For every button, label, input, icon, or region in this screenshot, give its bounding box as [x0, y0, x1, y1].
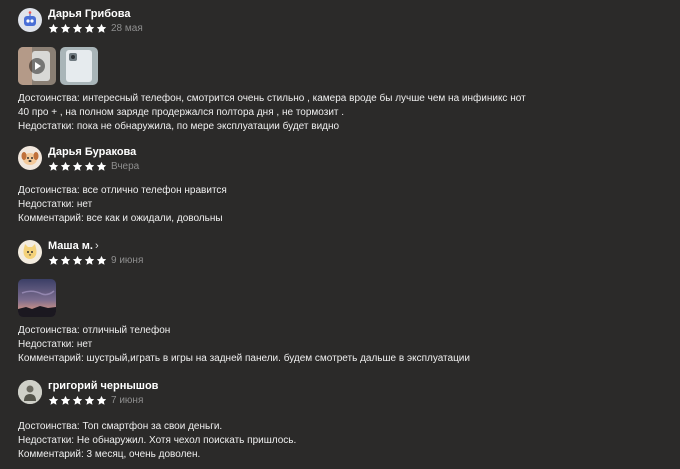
rating-stars [48, 395, 107, 406]
review-date: 9 июня [111, 254, 144, 266]
review-text-line: Недостатки: нет [18, 339, 93, 350]
star-icon [48, 161, 59, 171]
review-text-line: Недостатки: Не обнаружил. Хотя чехол пои… [18, 435, 297, 446]
star-icon [84, 255, 95, 265]
author-name[interactable]: Маша м. › [48, 240, 99, 252]
review-text-line: Комментарий: все как и ожидали, довольны [18, 213, 223, 224]
review-text-line: Комментарий: шустрый,играть в игры на за… [18, 353, 470, 364]
review-card: Маша м. › 9 июня Достоинства: отличный т… [18, 240, 670, 364]
star-icon [60, 23, 71, 33]
avatar[interactable] [18, 8, 42, 32]
avatar[interactable] [18, 146, 42, 170]
star-icon [72, 161, 83, 171]
dog-icon [21, 152, 39, 165]
star-icon [72, 395, 83, 405]
rating-stars [48, 161, 107, 172]
author-name[interactable]: григорий чернышов [48, 380, 158, 392]
avatar[interactable] [18, 240, 42, 264]
star-icon [48, 255, 59, 265]
star-icon [96, 23, 107, 33]
review-card: Дарья Грибова 28 мая Достоинства: интере… [18, 8, 670, 132]
person-photo-icon [18, 380, 42, 404]
review-text-line: Достоинства: все отлично телефон нравитс… [18, 185, 227, 196]
review-text-line: 40 про + , на полном заряде продержался … [18, 107, 345, 118]
cat-icon [23, 244, 37, 259]
star-icon [96, 395, 107, 405]
review-card: григорий чернышов 7 июня Достоинства: То… [18, 380, 670, 460]
review-date: Вчера [111, 160, 140, 172]
review-text-line: Достоинства: Топ смартфон за свои деньги… [18, 421, 223, 432]
review-photo-thumbnail[interactable] [18, 279, 56, 317]
review-card: Дарья Буракова Вчера Достоинства: все от… [18, 146, 670, 224]
star-icon [84, 23, 95, 33]
rating-stars [48, 255, 107, 266]
star-icon [60, 161, 71, 171]
review-text-line: Достоинства: отличный телефон [18, 325, 171, 336]
star-icon [60, 395, 71, 405]
review-text-line: Недостатки: нет [18, 199, 93, 210]
review-text-line: Недостатки: пока не обнаружила, по мере … [18, 121, 340, 132]
star-icon [96, 255, 107, 265]
star-icon [48, 23, 59, 33]
star-icon [84, 161, 95, 171]
review-text-line: Комментарий: 3 месяц, очень доволен. [18, 449, 201, 460]
review-photo-thumbnail[interactable] [60, 47, 98, 85]
rating-stars [48, 23, 107, 34]
review-date: 28 мая [111, 22, 143, 34]
chevron-right-icon: › [94, 240, 99, 252]
star-icon [84, 395, 95, 405]
star-icon [72, 23, 83, 33]
review-video-thumbnail[interactable] [18, 47, 56, 85]
avatar[interactable] [18, 380, 42, 404]
author-name[interactable]: Дарья Буракова [48, 146, 136, 158]
star-icon [96, 161, 107, 171]
star-icon [72, 255, 83, 265]
review-text-line: Достоинства: интересный телефон, смотрит… [18, 93, 526, 104]
robot-icon [24, 11, 36, 26]
review-date: 7 июня [111, 394, 144, 406]
star-icon [48, 395, 59, 405]
star-icon [60, 255, 71, 265]
author-name[interactable]: Дарья Грибова [48, 8, 130, 20]
